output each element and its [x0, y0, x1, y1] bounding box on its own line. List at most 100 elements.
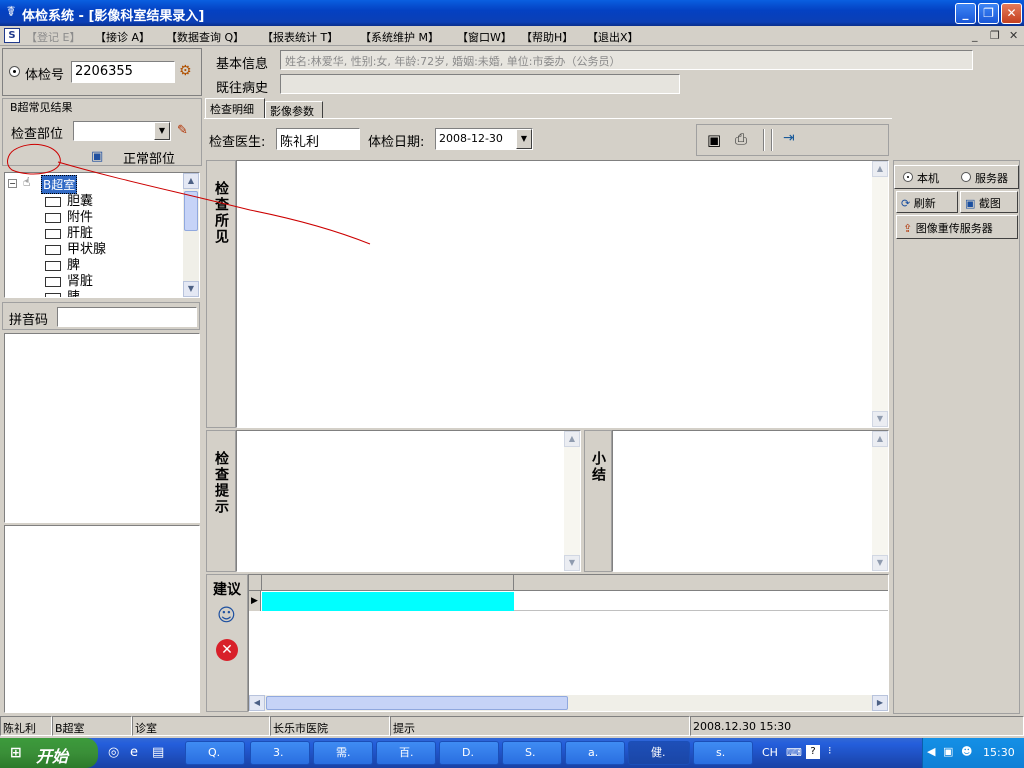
- tab-exam-details[interactable]: 检查明细: [205, 98, 265, 118]
- summary-scrollbar[interactable]: ▲ ▼: [872, 431, 888, 571]
- scroll-thumb[interactable]: [266, 696, 568, 710]
- doctor-label: 检查医生:: [209, 135, 266, 150]
- part-select[interactable]: ▼: [73, 121, 171, 141]
- add-advice-icon[interactable]: ☺: [217, 605, 236, 626]
- scroll-down-icon[interactable]: ▼: [872, 411, 888, 427]
- normal-part-icon[interactable]: ▣: [91, 149, 103, 164]
- id-radio[interactable]: [9, 66, 20, 77]
- scroll-up-icon[interactable]: ▲: [183, 173, 199, 189]
- history-field[interactable]: [280, 74, 680, 94]
- grid-hscrollbar[interactable]: ◀ ▶: [249, 695, 888, 711]
- grid-selected-cell[interactable]: [262, 592, 514, 611]
- close-button[interactable]: ✕: [1001, 3, 1022, 24]
- hint-textarea[interactable]: ▲ ▼: [236, 430, 581, 572]
- grid-cell[interactable]: [514, 592, 888, 611]
- restore-button[interactable]: ❐: [978, 3, 999, 24]
- menu-data-query[interactable]: 【数据查询 Q】: [166, 29, 244, 45]
- minimize-button[interactable]: _: [955, 3, 976, 24]
- pinyin-input[interactable]: [57, 307, 197, 327]
- search-person-icon[interactable]: ⚙: [179, 63, 192, 79]
- scroll-thumb[interactable]: [184, 191, 198, 231]
- edit-parts-icon[interactable]: ✎: [177, 123, 188, 138]
- network-icon[interactable]: ▣: [943, 745, 953, 758]
- exit-door-icon[interactable]: ⇥: [783, 130, 795, 146]
- title-bar[interactable]: ☤ 体检系统 - [影像科室结果录入] _ ❐ ✕: [0, 0, 1024, 26]
- start-button[interactable]: ⊞ 开始: [0, 738, 98, 768]
- scroll-down-icon[interactable]: ▼: [183, 281, 199, 297]
- search-icon[interactable]: ◎: [108, 745, 119, 760]
- date-picker[interactable]: 2008-12-30 ▼: [435, 128, 533, 150]
- mdi-close-icon[interactable]: ✕: [1009, 29, 1018, 42]
- doctor-input[interactable]: 陈礼利: [276, 128, 360, 150]
- scroll-up-icon[interactable]: ▲: [872, 431, 888, 447]
- toolbar: ▣ ⎙ ⇥: [696, 124, 889, 156]
- desktop-icon[interactable]: ▤: [152, 745, 164, 760]
- ie-icon[interactable]: e: [130, 745, 138, 760]
- task-requirements[interactable]: 需.: [313, 741, 373, 765]
- keyboard-icon[interactable]: ⌨: [786, 746, 802, 759]
- normal-part-button[interactable]: 正常部位: [123, 148, 175, 167]
- advice-grid[interactable]: ▶ ◀ ▶: [248, 574, 889, 712]
- task-s-folder[interactable]: s.: [693, 741, 753, 765]
- toolbar-separator: [763, 129, 765, 151]
- save-icon[interactable]: ▣: [707, 131, 721, 149]
- menu-reception[interactable]: 【接诊 A】: [95, 29, 150, 45]
- chevron-down-icon[interactable]: ▼: [154, 122, 170, 140]
- menu-register[interactable]: 【登记 E】: [26, 29, 80, 45]
- toolbar-separator: [771, 129, 773, 151]
- reupload-button[interactable]: ⇪ 图像重传服务器: [896, 215, 1018, 239]
- input-language[interactable]: CH: [762, 746, 778, 759]
- task-label: 需.: [336, 746, 351, 759]
- findings-textarea[interactable]: ▲ ▼: [236, 160, 889, 428]
- print-icon[interactable]: ⎙: [735, 130, 747, 148]
- task-s[interactable]: S.: [502, 741, 562, 765]
- tab-image-params[interactable]: 影像参数: [265, 101, 323, 118]
- group-title: B超常见结果: [9, 99, 74, 115]
- scroll-up-icon[interactable]: ▲: [564, 431, 580, 447]
- menu-system-maintenance[interactable]: 【系统维护 M】: [360, 29, 439, 45]
- delete-advice-icon[interactable]: ✕: [216, 639, 238, 661]
- scroll-down-icon[interactable]: ▼: [564, 555, 580, 571]
- scroll-right-icon[interactable]: ▶: [872, 695, 888, 711]
- source-radio-group: 本机 服务器: [894, 165, 1019, 189]
- scroll-left-icon[interactable]: ◀: [249, 695, 265, 711]
- task-baidu[interactable]: 百.: [376, 741, 436, 765]
- mdi-restore-icon[interactable]: ❐: [990, 29, 1000, 42]
- folder-node-icon: [45, 244, 61, 255]
- menu-exit[interactable]: 【退出X】: [587, 29, 639, 45]
- task-qq[interactable]: Q.: [185, 741, 245, 765]
- task-d[interactable]: D.: [439, 741, 499, 765]
- qq-tray-icon[interactable]: ☻: [961, 745, 972, 758]
- ime-options-icon[interactable]: ⁝: [828, 744, 832, 757]
- patient-id-input[interactable]: 2206355: [71, 61, 175, 83]
- task-folder-3[interactable]: 3.: [250, 741, 310, 765]
- help-icon[interactable]: ?: [806, 745, 820, 759]
- radio-server[interactable]: [961, 172, 971, 182]
- tree-item[interactable]: 胰: [45, 286, 80, 297]
- findings-scrollbar[interactable]: ▲ ▼: [872, 161, 888, 427]
- menu-help[interactable]: 【帮助H】: [521, 29, 573, 45]
- refresh-button[interactable]: ⟳ 刷新: [896, 191, 958, 213]
- grid-header-cell[interactable]: [261, 575, 514, 591]
- menu-report-stats[interactable]: 【报表统计 T】: [262, 29, 338, 45]
- menu-window[interactable]: 【窗口W】: [457, 29, 512, 45]
- radio-local[interactable]: [903, 172, 913, 182]
- task-a[interactable]: a.: [565, 741, 625, 765]
- tree-collapse-icon[interactable]: −: [8, 179, 17, 188]
- mdi-child-icon[interactable]: S: [4, 28, 20, 43]
- tree-scrollbar[interactable]: ▲ ▼: [183, 173, 199, 297]
- common-results-list[interactable]: [4, 333, 200, 523]
- mdi-minimize-icon[interactable]: _: [972, 29, 978, 42]
- task-health-system[interactable]: 健.: [628, 741, 690, 765]
- summary-textarea[interactable]: ▲ ▼: [612, 430, 889, 572]
- reupload-label: 图像重传服务器: [915, 222, 993, 235]
- basic-info-field[interactable]: 姓名:林爱华, 性别:女, 年龄:72岁, 婚姻:未婚, 单位:市委办（公务员）: [280, 50, 973, 70]
- chevron-down-icon[interactable]: ▼: [516, 129, 532, 149]
- hint-scrollbar[interactable]: ▲ ▼: [564, 431, 580, 571]
- scroll-down-icon[interactable]: ▼: [872, 555, 888, 571]
- task-label: a.: [588, 746, 599, 759]
- scroll-up-icon[interactable]: ▲: [872, 161, 888, 177]
- tray-expand-icon[interactable]: ◀: [927, 745, 935, 758]
- selected-results-list[interactable]: [4, 525, 200, 713]
- capture-button[interactable]: ▣ 截图: [960, 191, 1018, 213]
